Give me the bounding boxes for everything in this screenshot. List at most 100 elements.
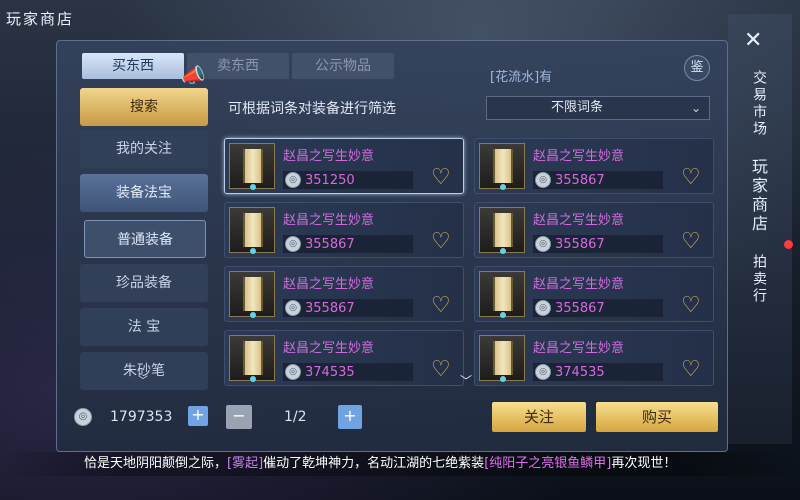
- item-thumbnail: [479, 143, 525, 190]
- scroll-icon: [493, 341, 513, 375]
- scroll-icon: [493, 149, 513, 183]
- item-card[interactable]: 赵昌之写生妙意 ◎ 355867 ♡: [474, 138, 714, 194]
- scroll-icon: [243, 277, 263, 311]
- item-name: 赵昌之写生妙意: [533, 213, 625, 228]
- page-title: 玩家商店: [6, 10, 75, 28]
- favorite-heart-icon[interactable]: ♡: [431, 167, 451, 189]
- ticker-text: 催动了乾坤神力，名动江湖的七绝紫装: [263, 456, 485, 471]
- follow-button[interactable]: 关注: [492, 402, 586, 432]
- item-price: 355867: [555, 301, 605, 316]
- horn-icon[interactable]: 📣: [178, 62, 208, 88]
- scroll-icon: [493, 213, 513, 247]
- item-price: 355867: [555, 173, 605, 188]
- item-card[interactable]: 赵昌之写生妙意 ◎ 355867 ♡: [224, 266, 464, 322]
- gem-icon: [250, 184, 256, 190]
- scroll-icon: [243, 149, 263, 183]
- item-name: 赵昌之写生妙意: [283, 213, 375, 228]
- close-icon[interactable]: ✕: [744, 28, 762, 53]
- item-thumbnail: [229, 271, 275, 318]
- currency-amount: 1797353: [110, 409, 173, 425]
- buy-button[interactable]: 购买: [596, 402, 718, 432]
- sidebar-item-follow[interactable]: 我的关注: [80, 130, 208, 168]
- item-card[interactable]: 赵昌之写生妙意 ◎ 355867 ♡: [224, 202, 464, 258]
- coin-icon: ◎: [535, 172, 551, 188]
- favorite-heart-icon[interactable]: ♡: [431, 359, 451, 381]
- sidebar-item-normal-equipment[interactable]: 普通装备: [84, 220, 206, 258]
- ticker-text: 再次现世！: [611, 456, 677, 471]
- nav-player-shop[interactable]: 玩家商店: [748, 158, 768, 234]
- ticker-player-name: [雾起]: [227, 456, 264, 471]
- gem-icon: [250, 376, 256, 382]
- next-page-button[interactable]: +: [338, 405, 362, 429]
- item-price: 355867: [305, 237, 355, 252]
- favorite-heart-icon[interactable]: ♡: [681, 231, 701, 253]
- item-thumbnail: [229, 335, 275, 382]
- gem-icon: [500, 376, 506, 382]
- nav-auction[interactable]: 拍卖行: [748, 254, 768, 305]
- filter-dropdown[interactable]: 不限词条 ⌄: [486, 96, 710, 120]
- filter-value: 不限词条: [551, 100, 604, 115]
- item-thumbnail: [479, 271, 525, 318]
- item-name: 赵昌之写生妙意: [283, 341, 375, 356]
- page-indicator: 1/2: [284, 409, 307, 425]
- nav-trade-market[interactable]: 交易市场: [748, 70, 768, 138]
- gem-icon: [250, 248, 256, 254]
- tab-public[interactable]: 公示物品: [292, 53, 394, 79]
- search-button[interactable]: 搜索: [80, 88, 208, 126]
- ticker-text: 恰是天地阴阳颠倒之际，: [84, 456, 228, 471]
- item-thumbnail: [229, 207, 275, 254]
- coin-icon: ◎: [535, 364, 551, 380]
- item-price: 351250: [305, 173, 355, 188]
- item-card[interactable]: 赵昌之写生妙意 ◎ 374535 ♡: [224, 330, 464, 386]
- coin-icon: ◎: [285, 236, 301, 252]
- item-name: 赵昌之写生妙意: [283, 149, 375, 164]
- coin-icon: ◎: [285, 300, 301, 316]
- item-price: 355867: [305, 301, 355, 316]
- item-name: 赵昌之写生妙意: [533, 341, 625, 356]
- item-card[interactable]: 赵昌之写生妙意 ◎ 351250 ♡: [224, 138, 464, 194]
- favorite-heart-icon[interactable]: ♡: [681, 167, 701, 189]
- coin-icon: ◎: [535, 300, 551, 316]
- add-currency-button[interactable]: +: [188, 406, 208, 426]
- gem-icon: [500, 312, 506, 318]
- favorite-heart-icon[interactable]: ♡: [431, 295, 451, 317]
- item-card[interactable]: 赵昌之写生妙意 ◎ 355867 ♡: [474, 202, 714, 258]
- item-price: 355867: [555, 237, 605, 252]
- prev-page-button[interactable]: −: [226, 405, 252, 429]
- coin-icon: ◎: [74, 408, 92, 426]
- item-name: 赵昌之写生妙意: [283, 277, 375, 292]
- chevron-down-icon[interactable]: ﹀: [460, 372, 472, 389]
- item-card[interactable]: 赵昌之写生妙意 ◎ 374535 ♡: [474, 330, 714, 386]
- notification-dot: [784, 240, 793, 249]
- coin-icon: ◎: [285, 172, 301, 188]
- scroll-icon: [243, 341, 263, 375]
- item-thumbnail: [479, 335, 525, 382]
- sidebar-item-fabao[interactable]: 法 宝: [80, 308, 208, 346]
- filter-label: 可根据词条对装备进行筛选: [228, 101, 396, 117]
- sidebar-item-rare-equipment[interactable]: 珍品装备: [80, 264, 208, 302]
- marquee-text: [花流水]有: [490, 70, 553, 85]
- item-thumbnail: [479, 207, 525, 254]
- item-thumbnail: [229, 143, 275, 190]
- item-name: 赵昌之写生妙意: [533, 149, 625, 164]
- favorite-heart-icon[interactable]: ♡: [431, 231, 451, 253]
- gem-icon: [250, 312, 256, 318]
- coin-icon: ◎: [535, 236, 551, 252]
- item-price: 374535: [305, 365, 355, 380]
- scroll-icon: [493, 277, 513, 311]
- broadcast-ticker: 恰是天地阴阳颠倒之际，[雾起]催动了乾坤神力，名动江湖的七绝紫装[纯阳子之亮银鱼…: [0, 452, 800, 476]
- gem-icon: [500, 184, 506, 190]
- appraise-button[interactable]: 鉴: [684, 55, 710, 81]
- favorite-heart-icon[interactable]: ♡: [681, 359, 701, 381]
- tab-buy[interactable]: 买东西: [82, 53, 184, 79]
- coin-icon: ◎: [285, 364, 301, 380]
- chevron-down-icon: ⌄: [690, 101, 701, 115]
- item-name: 赵昌之写生妙意: [533, 277, 625, 292]
- sidebar-item-equipment[interactable]: 装备法宝: [80, 174, 208, 212]
- item-card[interactable]: 赵昌之写生妙意 ◎ 355867 ♡: [474, 266, 714, 322]
- chevron-down-icon[interactable]: ﹀: [138, 372, 148, 387]
- favorite-heart-icon[interactable]: ♡: [681, 295, 701, 317]
- gem-icon: [500, 248, 506, 254]
- ticker-item-name: [纯阳子之亮银鱼鳞甲]: [484, 456, 612, 471]
- scroll-icon: [243, 213, 263, 247]
